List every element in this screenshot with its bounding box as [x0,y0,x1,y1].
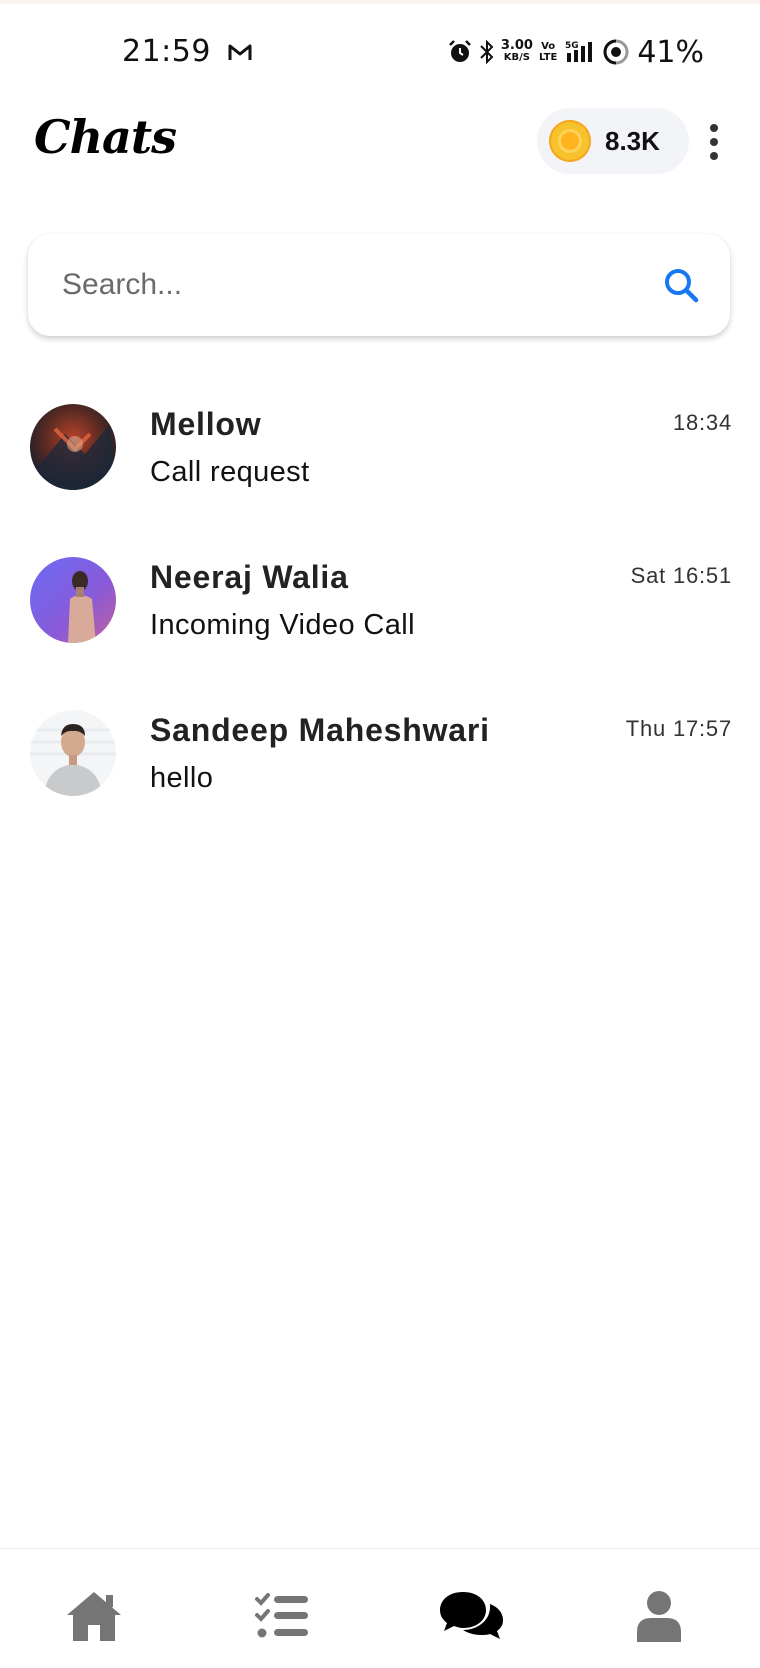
bluetooth-icon [480,39,494,65]
chat-item-mellow[interactable]: Mellow Call request 18:34 [0,396,760,549]
chat-name: Neeraj Walia [150,559,349,595]
chat-time: Thu 17:57 [625,716,732,741]
chat-last-message: hello [150,762,214,794]
battery-percent: 41% [637,34,704,70]
search-bar[interactable] [28,234,730,336]
bottom-navigation [0,1548,760,1668]
chat-item-sandeep-maheshwari[interactable]: Sandeep Maheshwari hello Thu 17:57 [0,702,760,855]
chat-last-message: Call request [150,456,310,488]
status-icons: 3.00 KB/S Vo LTE 5G 41% [447,32,704,72]
battery-icon [603,39,629,65]
volte-indicator: Vo LTE [538,41,558,63]
chats-screen: 21:59 3.00 KB/S Vo LTE 5G 41% Chats 8.3K… [0,0,760,1668]
nav-home[interactable] [59,1581,129,1651]
chat-name: Sandeep Maheshwari [150,712,490,748]
chat-last-message: Incoming Video Call [150,609,415,641]
more-vertical-icon [710,124,718,132]
chat-bubbles-icon [440,1592,503,1639]
user-icon [637,1591,681,1642]
network-speed: 3.00 KB/S [500,38,533,63]
nav-tasks[interactable] [248,1581,318,1651]
svg-text:5G: 5G [565,41,579,51]
search-icon[interactable] [662,266,700,304]
status-bar: 21:59 3.00 KB/S Vo LTE 5G 41% [0,30,760,76]
alarm-icon [448,40,471,62]
top-strip [0,0,760,4]
gmail-icon [228,44,252,60]
avatar [30,710,116,796]
nav-chats[interactable] [437,1581,507,1651]
coin-count: 8.3K [605,125,660,156]
page-title: Chats [34,110,177,164]
avatar [30,557,116,643]
chat-time: 18:34 [672,410,732,435]
chat-list: Mellow Call request 18:34 Neeraj Walia I… [0,396,760,855]
coin-balance-button[interactable]: 8.3K [537,108,689,174]
search-input[interactable] [62,268,622,302]
status-time: 21:59 [122,34,211,69]
coin-icon [549,120,591,162]
checklist-icon [255,1593,308,1638]
home-icon [67,1592,121,1641]
signal-icon: 5G [565,41,593,62]
avatar [30,404,116,490]
nav-profile[interactable] [624,1581,694,1651]
chat-name: Mellow [150,406,262,442]
chat-time: Sat 16:51 [630,563,732,588]
chat-item-neeraj-walia[interactable]: Neeraj Walia Incoming Video Call Sat 16:… [0,549,760,702]
more-options-button[interactable] [704,120,724,164]
